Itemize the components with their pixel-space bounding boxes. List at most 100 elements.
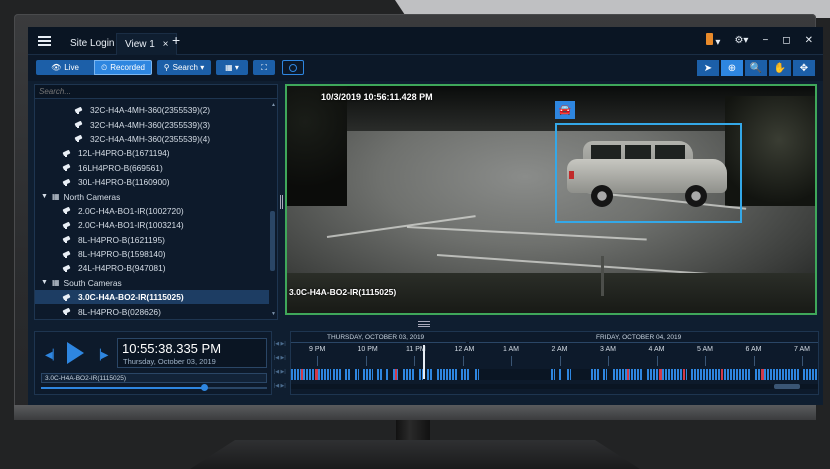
expand-caret-icon[interactable]: ▼ — [41, 279, 48, 286]
timeline-scroll-thumb[interactable] — [774, 384, 800, 389]
step-forward-icon[interactable]: ▕▶ — [93, 350, 108, 361]
event-marker[interactable] — [301, 369, 303, 380]
event-marker[interactable] — [627, 369, 629, 380]
scrollbar[interactable] — [270, 103, 275, 317]
detection-box[interactable] — [555, 123, 742, 223]
recording-track[interactable] — [291, 369, 818, 380]
tab-label: Site Login — [70, 38, 115, 49]
event-marker[interactable] — [761, 369, 764, 380]
timeline[interactable]: THURSDAY, OCTOBER 03, 2019 FRIDAY, OCTOB… — [290, 331, 819, 395]
recording-segment[interactable] — [437, 369, 457, 380]
tree-camera-item[interactable]: 32C-H4A-4MH-360(2355539)(3) — [35, 117, 271, 131]
event-marker[interactable] — [683, 369, 685, 380]
minimize-icon[interactable]: − — [762, 35, 768, 46]
window-controls: ▾ ⚙▾ − ◻ ✕ — [705, 33, 813, 48]
playback-date: Thursday, October 03, 2019 — [123, 357, 216, 366]
tree-camera-item[interactable]: 8L-H4PRO-B(028626) — [35, 304, 271, 318]
close-window-icon[interactable]: ✕ — [805, 35, 813, 46]
tab-view-1[interactable]: View 1 × — [116, 33, 178, 55]
scrollbar-thumb[interactable] — [270, 211, 275, 271]
tree-camera-item[interactable]: 8L-H4PRO-B(1621195) — [35, 233, 271, 247]
car-icon[interactable]: 🚘 — [555, 101, 575, 119]
recording-segment[interactable] — [333, 369, 341, 380]
speed-slider[interactable] — [41, 384, 267, 391]
notification-menu[interactable]: ▾ — [705, 33, 720, 48]
speed-slider-knob[interactable] — [200, 384, 208, 391]
timeline-hour-label: 7 AM — [794, 346, 810, 353]
tree-camera-item[interactable]: 32C-H4A-4MH-360(2355539)(4) — [35, 132, 271, 146]
event-marker[interactable] — [315, 369, 318, 380]
live-button[interactable]: 👁 Live — [36, 60, 94, 75]
recording-segment[interactable] — [461, 369, 469, 380]
tree-camera-item[interactable]: 12L-H4PRO-B(1671194) — [35, 146, 271, 160]
recording-segment[interactable] — [345, 369, 351, 380]
timeline-nav-arrows[interactable]: |◀ ▶| |◀ ▶| |◀ ▶| |◀ ▶| — [274, 337, 286, 393]
camera-icon — [75, 135, 85, 143]
zoom-in-icon[interactable]: ⊕ — [721, 60, 743, 76]
camera-icon — [63, 265, 73, 272]
recording-segment[interactable] — [559, 369, 562, 380]
recording-segment[interactable] — [377, 369, 382, 380]
tree-camera-item[interactable]: 2.0C-H4A-BO1-IR(1002720) — [35, 204, 271, 218]
recording-segment[interactable] — [551, 369, 555, 380]
video-tile[interactable]: 🚘 10/3/2019 10:56:11.428 PM 3.0C-H4A-BO2… — [285, 84, 817, 315]
pan-hand-icon[interactable]: ✋ — [769, 60, 791, 76]
recording-segment[interactable] — [403, 369, 415, 380]
close-icon[interactable]: × — [163, 39, 169, 50]
playback-camera-field[interactable]: 3.0C-H4A-BO2-IR(1115025) — [41, 373, 267, 383]
time-display[interactable]: 10:55:38.335 PM Thursday, October 03, 20… — [117, 338, 267, 368]
tree-camera-item[interactable]: 16LH4PRO-B(669561) — [35, 161, 271, 175]
tree-group[interactable]: ▼ ▦ North Cameras — [35, 189, 271, 203]
tree-camera-item[interactable]: 32C-H4A-4MH-360(2355539)(2) — [35, 103, 271, 117]
tv-stand-neck — [396, 420, 430, 442]
tree-item-label: 12L-H4PRO-B(1671194) — [78, 148, 170, 159]
layout-button[interactable]: ▦ ▾ — [216, 60, 248, 75]
recording-segment[interactable] — [647, 369, 687, 380]
tree-camera-item[interactable]: 30L-H4PRO-B(1160900) — [35, 175, 271, 189]
maximize-icon[interactable]: ◻ — [782, 35, 790, 46]
scroll-down-icon[interactable]: ▼ — [271, 311, 276, 317]
play-icon[interactable] — [67, 342, 84, 364]
camera-search-input[interactable] — [35, 85, 277, 99]
move-icon[interactable]: ✥ — [793, 60, 815, 76]
timeline-cursor[interactable] — [423, 345, 425, 379]
recording-segment[interactable] — [291, 369, 331, 380]
fullscreen-icon[interactable]: ⛶ — [253, 60, 275, 75]
tree-camera-item[interactable]: 24L-H4PRO-B(947081) — [35, 261, 271, 275]
tree-item-label: 8L-H4PRO-B(028626) — [78, 306, 161, 317]
event-marker[interactable] — [395, 369, 397, 380]
step-back-icon[interactable]: ◀▏ — [45, 350, 60, 361]
recording-segment[interactable] — [803, 369, 817, 380]
pointer-icon[interactable]: ➤ — [697, 60, 719, 76]
panel-splitter[interactable] — [280, 195, 283, 209]
recording-segment[interactable] — [591, 369, 599, 380]
timeline-scrollbar[interactable] — [291, 384, 818, 389]
tree-camera-item[interactable]: 2.0C-H4A-BO1-IR(1003214) — [35, 218, 271, 232]
recording-segment[interactable] — [427, 369, 433, 380]
add-tab-icon[interactable]: + — [172, 32, 180, 48]
tree-camera-item[interactable]: 3.0C-H4A-BO2-IR(1115025) — [35, 290, 269, 305]
recording-segment[interactable] — [355, 369, 359, 380]
event-marker[interactable] — [721, 369, 723, 380]
timeline-resize-handle[interactable] — [418, 321, 430, 327]
recording-segment[interactable] — [603, 369, 607, 380]
timeline-tick — [656, 356, 658, 366]
expand-caret-icon[interactable]: ▼ — [41, 193, 48, 200]
recording-segment[interactable] — [386, 369, 389, 380]
recorded-button[interactable]: ⏲ Recorded — [94, 60, 152, 75]
timeline-hour-label: 1 AM — [503, 346, 519, 353]
video-timestamp: 10/3/2019 10:56:11.428 PM — [321, 92, 433, 102]
recording-segment[interactable] — [475, 369, 479, 380]
tree-camera-item[interactable]: 8L-H4PRO-B(1598140) — [35, 247, 271, 261]
settings-icon[interactable]: ⚙▾ — [734, 35, 748, 46]
recording-segment[interactable] — [363, 369, 373, 380]
recording-segment[interactable] — [567, 369, 571, 380]
circle-tool-button[interactable] — [282, 60, 304, 75]
camera-icon — [63, 308, 73, 316]
hamburger-icon[interactable] — [38, 36, 51, 46]
tab-site-login[interactable]: Site Login — [62, 33, 122, 55]
zoom-out-icon[interactable]: 🔍 — [745, 60, 767, 76]
tree-group[interactable]: ▼ ▦ South Cameras — [35, 276, 271, 290]
search-button[interactable]: ⚲ Search ▾ — [157, 60, 211, 75]
event-marker[interactable] — [659, 369, 662, 380]
